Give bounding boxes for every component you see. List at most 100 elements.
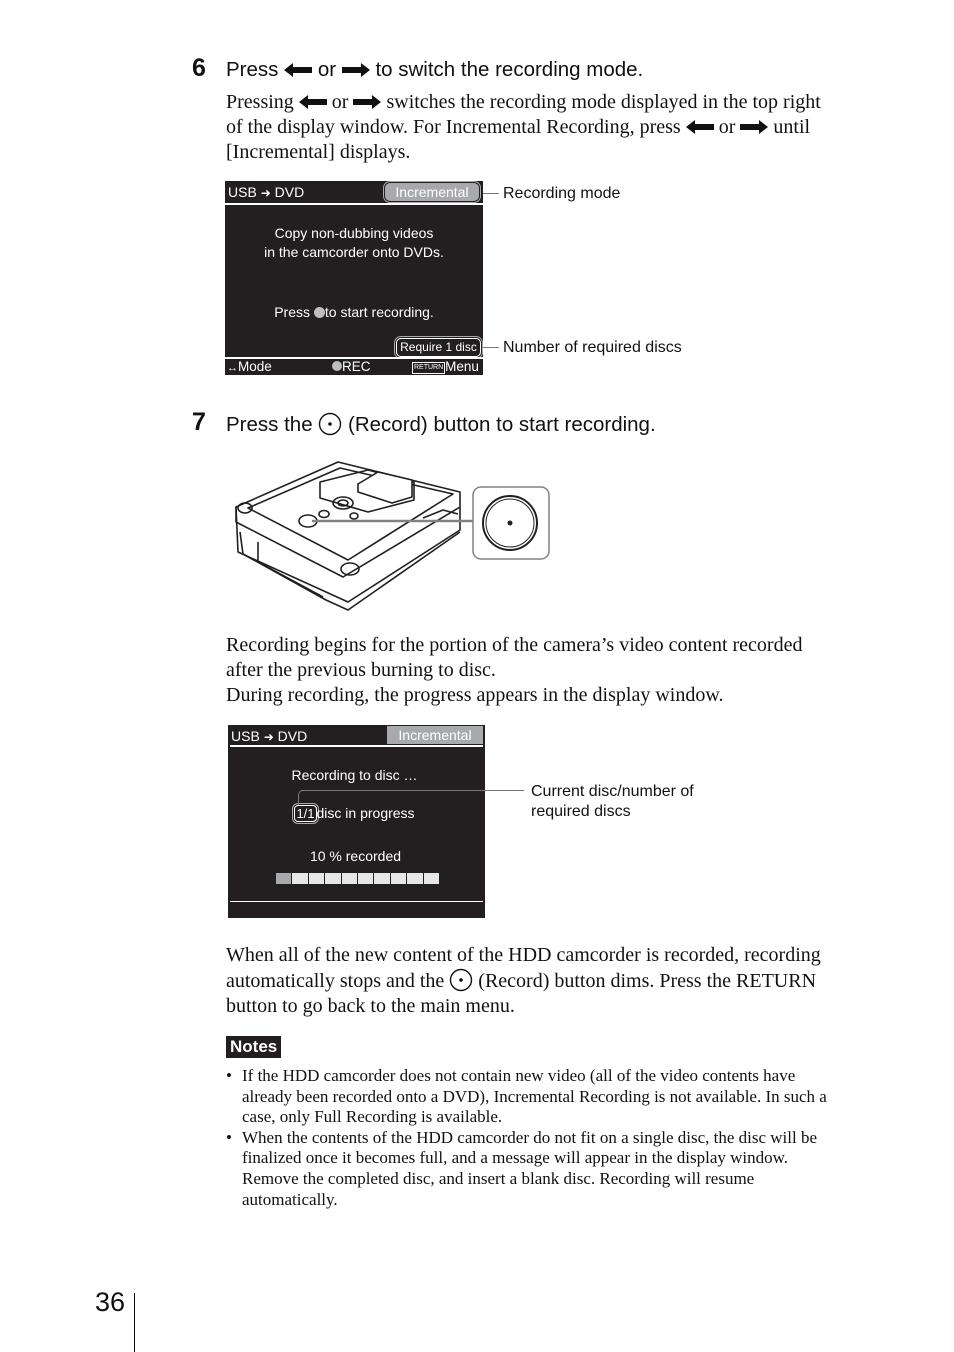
footer-menu-label: Menu <box>445 359 479 374</box>
body-text: after the previous burning to disc. <box>226 659 496 681</box>
arrow-right-icon: ➜ <box>263 730 274 744</box>
press-text: to start recording. <box>324 304 434 320</box>
finish-paragraph: When all of the new content of the HDD c… <box>226 943 876 1019</box>
disc-progress-line: 1/1 disc in progress <box>224 805 485 822</box>
record-button-icon <box>449 968 473 992</box>
disc-in-progress-text: disc in progress <box>316 805 415 821</box>
recording-paragraph: Recording begins for the portion of the … <box>226 633 876 708</box>
progress-segment-empty <box>292 873 308 884</box>
note-line: case, only Full Recording is available. <box>242 1107 503 1127</box>
dvd-writer-illustration <box>228 452 558 612</box>
footer-rec: REC <box>332 359 371 374</box>
callout-required-discs: Number of required discs <box>503 339 682 356</box>
footer-menu: RETURN Menu <box>412 359 479 374</box>
callout-leader-bend <box>298 790 307 805</box>
divider <box>230 901 483 902</box>
notes-label: Notes <box>226 1036 282 1058</box>
note-line: automatically. <box>242 1189 338 1209</box>
destination-label: DVD <box>274 184 305 200</box>
device-drawing <box>235 461 550 611</box>
note-item: When the contents of the HDD camcorder d… <box>226 1128 866 1210</box>
percent-recorded: 10 % recorded <box>309 848 402 864</box>
left-arrow-icon <box>284 63 313 77</box>
note-item: If the HDD camcorder does not contain ne… <box>226 1066 866 1128</box>
progress-segment-empty <box>325 873 341 884</box>
progress-segment-empty <box>423 873 439 884</box>
body-text: [Incremental] displays. <box>226 141 411 163</box>
step-7-title-a: Press the <box>226 413 313 436</box>
message-line-1: Copy non-dubbing videos <box>274 225 434 241</box>
callout-leader-line <box>301 790 524 793</box>
step-number-6: 6 <box>192 54 206 82</box>
body-text: Recording begins for the portion of the … <box>226 634 803 656</box>
display-screen-mode-select: USB ➜ DVD Incremental Copy non-dubbing v… <box>225 181 483 375</box>
page-number-rule <box>134 1293 135 1352</box>
recording-mode-badge: Incremental <box>385 183 479 201</box>
progress-segment-filled <box>276 873 292 884</box>
step-6-body: Pressing or switches the recording mode … <box>226 90 866 165</box>
record-dot-icon <box>313 307 325 318</box>
press-to-record-line: Press to start recording. <box>225 304 483 320</box>
step-7-title: Press the (Record) button to start recor… <box>226 412 656 437</box>
note-line: If the HDD camcorder does not contain ne… <box>242 1066 796 1085</box>
page-number: 36 <box>95 1287 126 1317</box>
callout-leader-line <box>483 347 499 348</box>
message-line-2: in the camcorder onto DVDs. <box>264 244 444 260</box>
body-text: or <box>718 116 736 138</box>
body-text: (Record) button dims. Press the RETURN <box>478 970 817 992</box>
callout-line: Current disc/number of <box>531 783 694 800</box>
body-text: or <box>331 91 349 113</box>
right-arrow-icon <box>341 63 370 77</box>
progress-bar <box>276 873 439 884</box>
source-destination-label: USB ➜ DVD <box>228 184 304 200</box>
source-label: USB <box>231 728 260 744</box>
step-6-title-rest: to switch the recording mode. <box>375 58 644 81</box>
step-7-title-b: (Record) button to start recording. <box>348 413 656 436</box>
note-line: finalized once it becomes full, and a me… <box>242 1148 789 1168</box>
right-arrow-icon <box>740 120 769 134</box>
callout-line: required discs <box>531 803 631 820</box>
arrow-right-icon: ➜ <box>260 186 271 200</box>
divider <box>225 203 483 205</box>
progress-segment-empty <box>308 873 325 884</box>
step-6-title-or: or <box>317 58 337 81</box>
press-text: Press <box>274 304 310 320</box>
progress-segment-empty <box>374 873 390 884</box>
right-arrow-icon <box>353 95 382 109</box>
callout-recording-mode: Recording mode <box>503 185 621 202</box>
recording-mode-badge: Incremental <box>387 726 483 744</box>
notes-list: If the HDD camcorder does not contain ne… <box>226 1066 866 1210</box>
footer-mode: ↔Mode <box>227 359 272 374</box>
left-right-arrows-icon: ↔ <box>227 362 238 374</box>
body-text: Pressing <box>226 91 294 113</box>
progress-segment-empty <box>358 873 374 884</box>
destination-label: DVD <box>277 728 308 744</box>
left-arrow-icon <box>685 120 714 134</box>
progress-segment-empty <box>341 873 357 884</box>
callout-leader-line <box>483 193 499 194</box>
divider <box>230 745 483 747</box>
source-label: USB <box>228 184 257 200</box>
note-line: Remove the completed disc, and insert a … <box>242 1168 755 1188</box>
step-number-7: 7 <box>192 408 206 436</box>
footer-mode-label: Mode <box>238 359 272 374</box>
body-text: automatically stops and the <box>226 970 445 992</box>
source-destination-label: USB ➜ DVD <box>231 728 307 744</box>
body-text: until <box>773 116 811 138</box>
current-disc-count: 1/1 <box>294 805 317 822</box>
record-dot-icon <box>332 361 342 371</box>
display-screen-recording-progress: USB ➜ DVD Incremental Recording to disc … <box>228 725 485 918</box>
body-text: switches the recording mode displayed in… <box>386 91 821 113</box>
return-key-icon: RETURN <box>412 362 446 374</box>
callout-current-disc: Current disc/number of required discs <box>531 782 694 822</box>
recording-status: Recording to disc … <box>291 767 418 783</box>
note-line: already been recorded onto a DVD), Incre… <box>242 1086 827 1106</box>
left-arrow-icon <box>298 95 327 109</box>
body-text: When all of the new content of the HDD c… <box>226 944 821 966</box>
progress-segment-empty <box>390 873 407 884</box>
required-discs-badge: Require 1 disc <box>396 338 481 357</box>
step-6-title: Press or to switch the recording mode. <box>226 58 643 82</box>
step-6-title-press: Press <box>226 58 279 81</box>
note-line: When the contents of the HDD camcorder d… <box>242 1127 818 1147</box>
body-text: button to go back to the main menu. <box>226 995 515 1017</box>
